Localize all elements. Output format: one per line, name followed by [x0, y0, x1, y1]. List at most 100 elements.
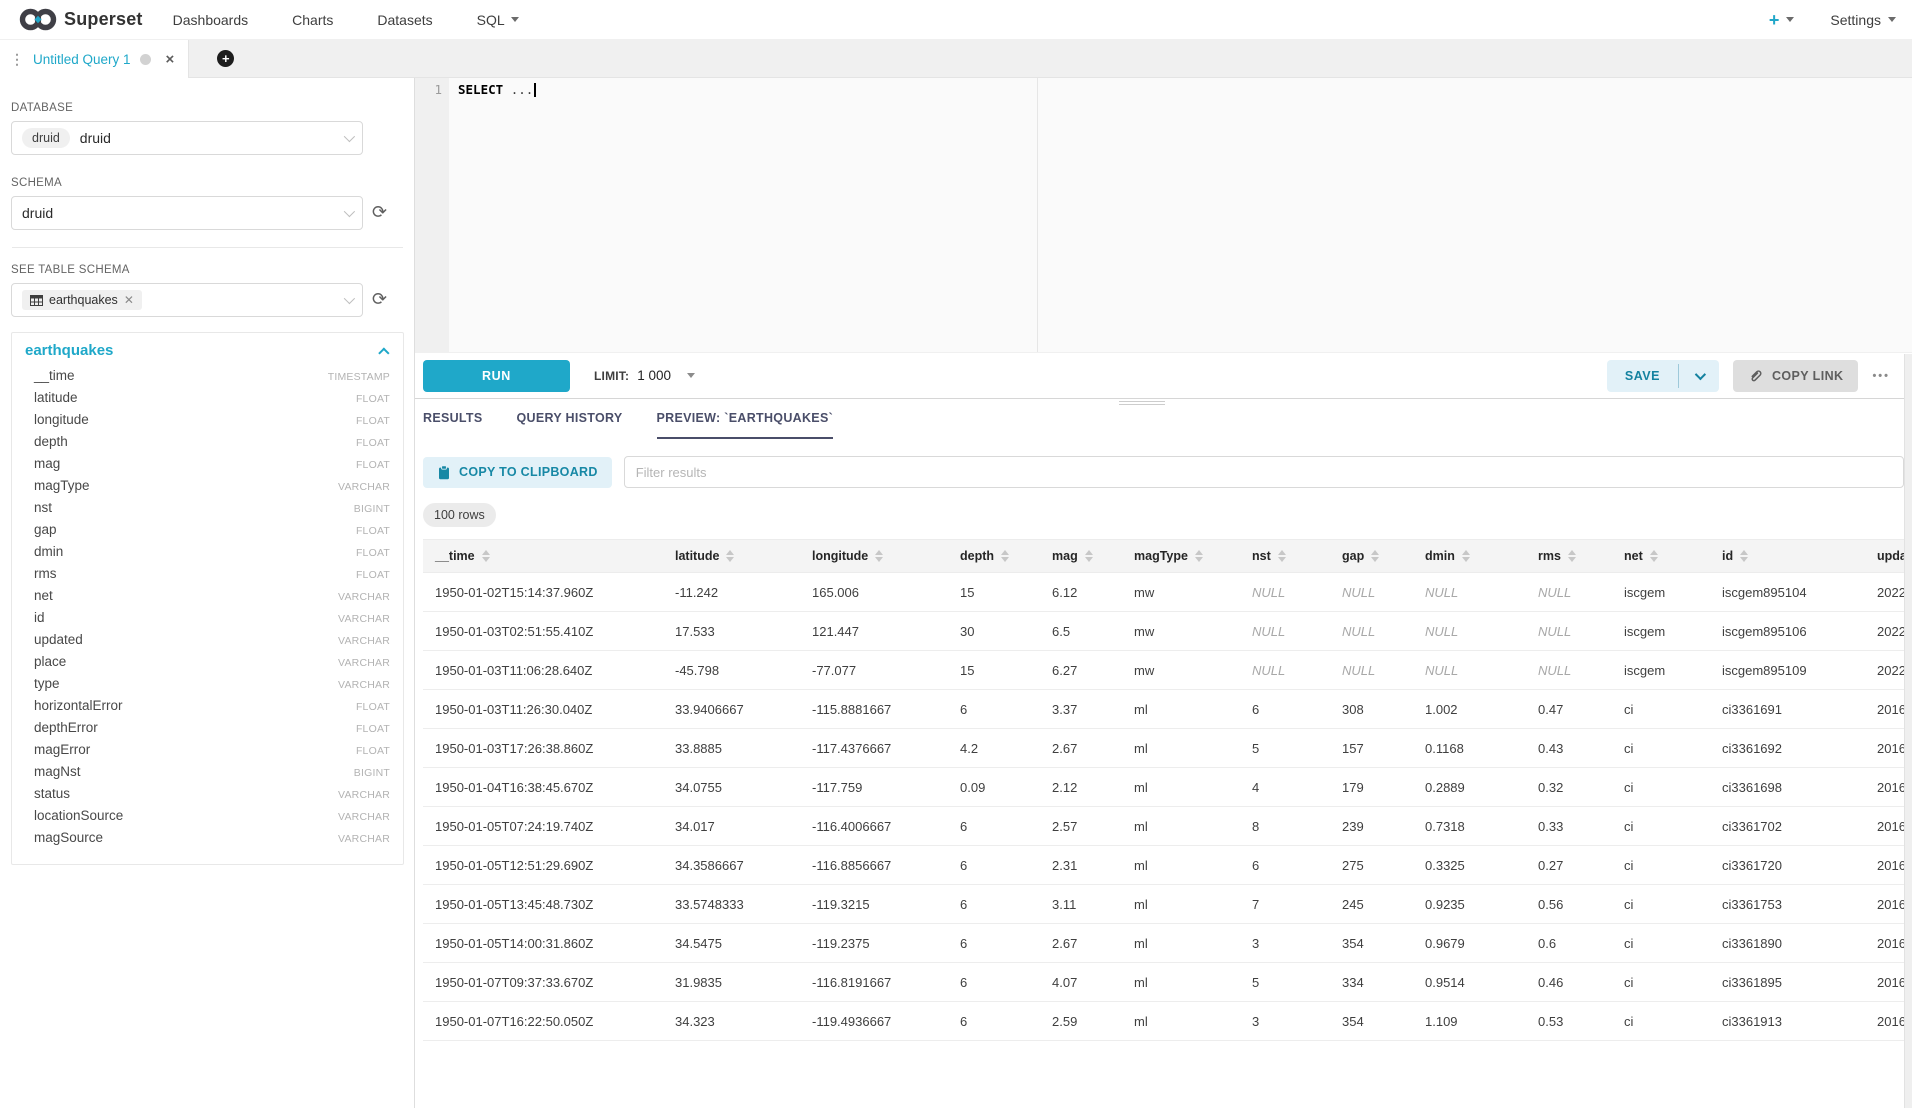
- sort-icon[interactable]: [1371, 550, 1379, 562]
- table-cell: NULL: [1330, 612, 1413, 651]
- column-header-nst[interactable]: nst: [1240, 540, 1330, 573]
- column-header-updated[interactable]: updated: [1865, 540, 1904, 573]
- pane-resize-divider[interactable]: [415, 398, 1912, 399]
- sort-icon[interactable]: [1195, 550, 1203, 562]
- settings-menu[interactable]: Settings: [1830, 12, 1896, 28]
- column-type: FLOAT: [356, 459, 390, 471]
- schema-column-row[interactable]: latitude FLOAT: [25, 390, 390, 412]
- drag-handle-icon[interactable]: ⋮: [10, 52, 24, 66]
- schema-column-row[interactable]: longitude FLOAT: [25, 412, 390, 434]
- schema-column-row[interactable]: nst BIGINT: [25, 500, 390, 522]
- table-cell: 0.3325: [1413, 846, 1526, 885]
- new-item-menu[interactable]: +: [1769, 11, 1795, 29]
- sort-icon[interactable]: [726, 550, 734, 562]
- column-header-rms[interactable]: rms: [1526, 540, 1612, 573]
- run-button[interactable]: RUN: [423, 360, 570, 392]
- schema-column-row[interactable]: net VARCHAR: [25, 588, 390, 610]
- schema-column-row[interactable]: magType VARCHAR: [25, 478, 390, 500]
- column-header-gap[interactable]: gap: [1330, 540, 1413, 573]
- schema-column-row[interactable]: place VARCHAR: [25, 654, 390, 676]
- table-cell: 0.56: [1526, 885, 1612, 924]
- table-cell: 3.37: [1040, 690, 1122, 729]
- editor-code-area[interactable]: SELECT ...: [449, 78, 1912, 352]
- schema-column-row[interactable]: depthError FLOAT: [25, 720, 390, 742]
- column-header-id[interactable]: id: [1710, 540, 1865, 573]
- schema-column-row[interactable]: magError FLOAT: [25, 742, 390, 764]
- table-cell: ml: [1122, 729, 1240, 768]
- table-cell: 3: [1240, 924, 1330, 963]
- schema-column-row[interactable]: updated VARCHAR: [25, 632, 390, 654]
- table-cell: ml: [1122, 885, 1240, 924]
- schema-column-row[interactable]: gap FLOAT: [25, 522, 390, 544]
- plus-icon: +: [1769, 11, 1780, 29]
- results-tab-query-history[interactable]: QUERY HISTORY: [517, 411, 623, 439]
- column-name: locationSource: [34, 808, 123, 823]
- refresh-tables-icon[interactable]: ⟳: [372, 291, 387, 309]
- schema-column-row[interactable]: type VARCHAR: [25, 676, 390, 698]
- schema-select[interactable]: druid: [11, 196, 363, 230]
- refresh-schema-icon[interactable]: ⟳: [372, 204, 387, 222]
- copy-to-clipboard-button[interactable]: COPY TO CLIPBOARD: [423, 457, 612, 488]
- column-header-latitude[interactable]: latitude: [663, 540, 800, 573]
- sort-icon[interactable]: [482, 550, 490, 562]
- filter-results-input[interactable]: [624, 456, 1904, 488]
- schema-column-row[interactable]: __time TIMESTAMP: [25, 368, 390, 390]
- schema-column-row[interactable]: depth FLOAT: [25, 434, 390, 456]
- column-header-depth[interactable]: depth: [948, 540, 1040, 573]
- results-tab-results[interactable]: RESULTS: [423, 411, 483, 439]
- table-select[interactable]: earthquakes ✕: [11, 283, 363, 317]
- sort-icon[interactable]: [1001, 550, 1009, 562]
- more-actions-button[interactable]: •••: [1872, 370, 1890, 382]
- schema-column-row[interactable]: mag FLOAT: [25, 456, 390, 478]
- schema-column-row[interactable]: magSource VARCHAR: [25, 830, 390, 852]
- column-header-magType[interactable]: magType: [1122, 540, 1240, 573]
- column-header-mag[interactable]: mag: [1040, 540, 1122, 573]
- sort-icon[interactable]: [1568, 550, 1576, 562]
- sort-icon[interactable]: [1278, 550, 1286, 562]
- column-header-__time[interactable]: __time: [423, 540, 663, 573]
- nav-item-sql[interactable]: SQL: [477, 12, 519, 28]
- sql-code-editor[interactable]: 1 SELECT ...: [415, 78, 1912, 353]
- sort-icon[interactable]: [1462, 550, 1470, 562]
- schema-column-row[interactable]: rms FLOAT: [25, 566, 390, 588]
- nav-item-dashboards[interactable]: Dashboards: [173, 12, 249, 28]
- print-margin-line: [1037, 78, 1038, 352]
- vertical-scrollbar[interactable]: [1904, 354, 1912, 1108]
- table-cell: NULL: [1526, 651, 1612, 690]
- table-cell: ci: [1612, 1002, 1710, 1041]
- schema-column-row[interactable]: status VARCHAR: [25, 786, 390, 808]
- superset-logo[interactable]: Superset: [18, 6, 143, 33]
- add-tab-button[interactable]: +: [217, 50, 234, 67]
- remove-table-icon[interactable]: ✕: [124, 293, 134, 307]
- table-cell: NULL: [1413, 612, 1526, 651]
- query-tab-untitled-query-1[interactable]: ⋮ Untitled Query 1 ×: [0, 40, 189, 78]
- column-header-net[interactable]: net: [1612, 540, 1710, 573]
- results-tab-preview-earthquakes[interactable]: PREVIEW: `EARTHQUAKES`: [657, 411, 834, 439]
- column-header-dmin[interactable]: dmin: [1413, 540, 1526, 573]
- table-cell: ml: [1122, 807, 1240, 846]
- schema-column-row[interactable]: id VARCHAR: [25, 610, 390, 632]
- column-header-longitude[interactable]: longitude: [800, 540, 948, 573]
- save-options-button[interactable]: [1679, 360, 1719, 392]
- table-cell: ci3361890: [1710, 924, 1865, 963]
- limit-dropdown[interactable]: LIMIT: 1 000: [594, 368, 695, 383]
- nav-item-datasets[interactable]: Datasets: [377, 12, 432, 28]
- nav-item-charts[interactable]: Charts: [292, 12, 333, 28]
- database-select[interactable]: druid druid: [11, 121, 363, 155]
- copy-link-button[interactable]: COPY LINK: [1733, 360, 1858, 392]
- schema-column-row[interactable]: magNst BIGINT: [25, 764, 390, 786]
- sort-icon[interactable]: [1740, 550, 1748, 562]
- table-cell: 15: [948, 651, 1040, 690]
- collapse-icon[interactable]: [378, 347, 389, 358]
- schema-column-row[interactable]: horizontalError FLOAT: [25, 698, 390, 720]
- close-icon[interactable]: ×: [166, 51, 175, 68]
- sort-icon[interactable]: [1650, 550, 1658, 562]
- sort-icon[interactable]: [875, 550, 883, 562]
- schema-column-row[interactable]: dmin FLOAT: [25, 544, 390, 566]
- sort-icon[interactable]: [1085, 550, 1093, 562]
- table-cell: 354: [1330, 1002, 1413, 1041]
- resize-grip-icon[interactable]: [1119, 401, 1165, 407]
- schema-column-row[interactable]: locationSource VARCHAR: [25, 808, 390, 830]
- table-cell: 3.11: [1040, 885, 1122, 924]
- save-button[interactable]: SAVE: [1607, 360, 1678, 392]
